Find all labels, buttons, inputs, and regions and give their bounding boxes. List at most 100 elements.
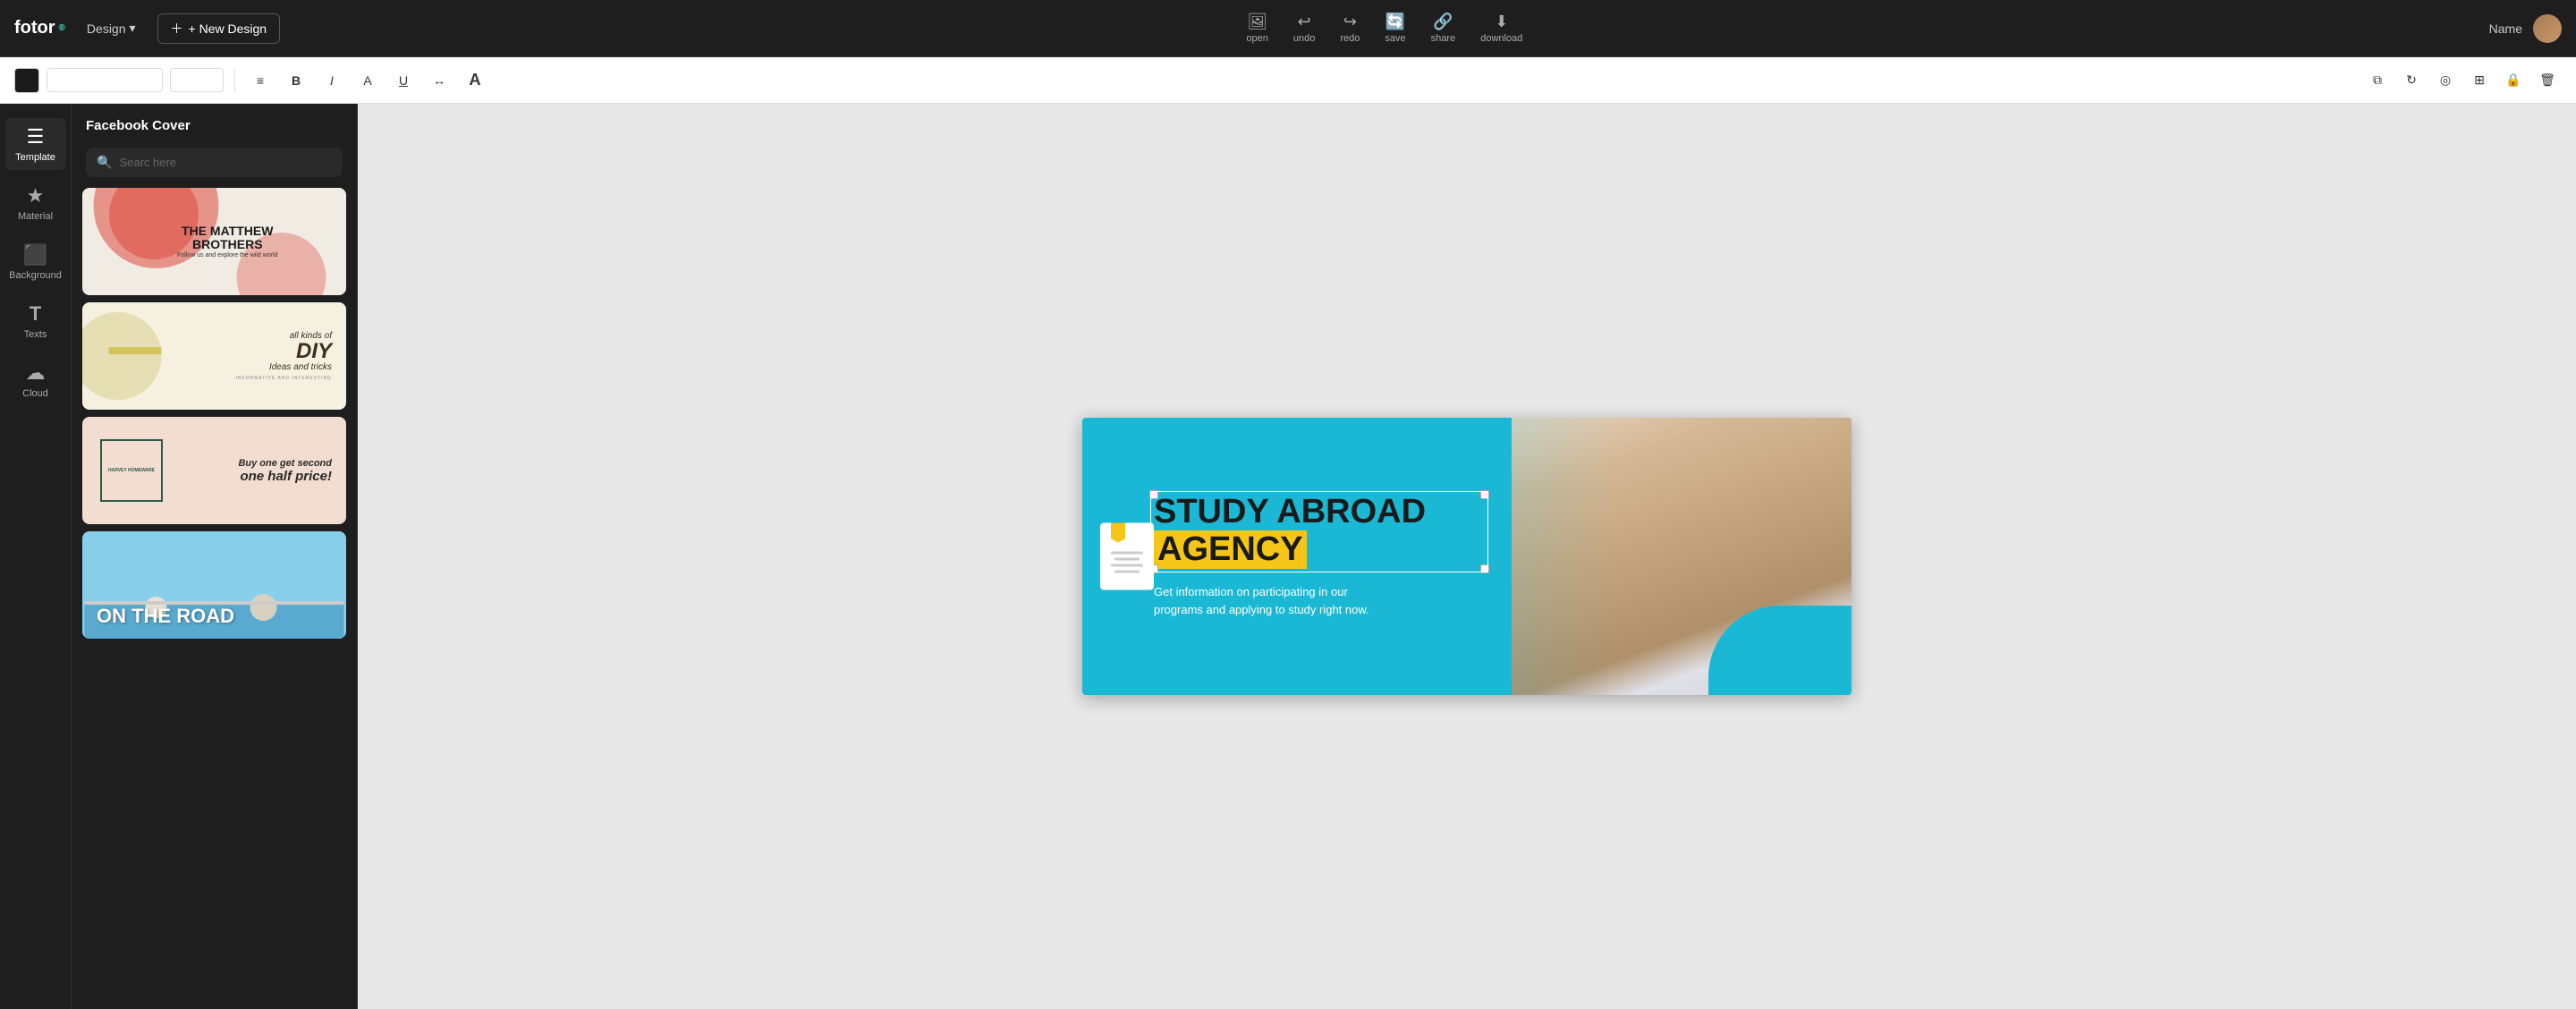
- font-family-label: Montserrat: [55, 73, 114, 88]
- share-tool[interactable]: 🔗 share: [1431, 13, 1456, 44]
- cloud-label: Cloud: [22, 388, 48, 399]
- crop-button[interactable]: ◎: [2431, 66, 2460, 95]
- selection-handle-tr[interactable]: [1480, 490, 1489, 499]
- panel-title: Facebook Cover: [72, 104, 357, 148]
- format-right-tools: ⧉ ↻ ◎ ⊞ 🔒 🗑: [2363, 66, 2562, 95]
- harvey-brand: HARVEY HOMEWARE: [108, 468, 155, 474]
- tcard2-text-block: all kinds of DIY Ideas and tricks INFORM…: [236, 331, 332, 381]
- chevron-down-icon: ▾: [118, 72, 124, 88]
- material-icon: ★: [27, 184, 45, 208]
- tcard4-title: ON THE ROAD: [97, 605, 234, 628]
- doc-line-4: [1114, 570, 1140, 572]
- texts-label: Texts: [24, 329, 47, 340]
- undo-label: undo: [1293, 33, 1315, 44]
- tcard2-svg: [82, 302, 188, 410]
- template-card-diy[interactable]: all kinds of DIY Ideas and tricks INFORM…: [82, 302, 346, 410]
- search-bar: 🔍: [86, 148, 343, 177]
- redo-icon: ↪: [1343, 13, 1357, 31]
- canvas-main-title: STUDY ABROAD AGENCY: [1154, 495, 1485, 570]
- layers-button[interactable]: ⊞: [2465, 66, 2494, 95]
- template-label: Template: [15, 152, 55, 163]
- topbar-left: fotor® Design ▾ ＋ + New Design: [14, 13, 280, 44]
- tcard1-subtitle: Follow us and explore the wild world: [162, 252, 294, 259]
- save-icon: 🔄: [1385, 13, 1405, 31]
- save-tool[interactable]: 🔄 save: [1385, 13, 1405, 44]
- canvas-area: STUDY ABROAD AGENCY Get information on p…: [358, 104, 2576, 1009]
- chevron-down-icon: ▾: [196, 72, 202, 88]
- rotate-button[interactable]: ↻: [2397, 66, 2426, 95]
- align-button[interactable]: ≡: [246, 66, 275, 95]
- duplicate-button[interactable]: ⧉: [2363, 66, 2392, 95]
- canvas-title-line1: STUDY ABROAD: [1154, 495, 1485, 530]
- cloud-icon: ☁: [26, 361, 46, 385]
- background-label: Background: [9, 270, 62, 281]
- doc-line-3: [1111, 564, 1143, 566]
- background-icon: ⬛: [23, 243, 47, 267]
- doc-line-1: [1111, 551, 1143, 554]
- redo-label: redo: [1340, 33, 1360, 44]
- sidebar-item-background[interactable]: ⬛ Background: [5, 236, 66, 288]
- topbar-tools: 🖼 open ↩ undo ↪ redo 🔄 save 🔗 share ⬇ do…: [280, 13, 2489, 44]
- tcard2-ideas: Ideas and tricks: [236, 362, 332, 372]
- download-tool[interactable]: ⬇ download: [1480, 13, 1522, 44]
- download-label: download: [1480, 33, 1522, 44]
- templates-grid: THE MATTHEW BROTHERS Follow us and explo…: [72, 188, 357, 1009]
- sidebar-item-cloud[interactable]: ☁ Cloud: [5, 354, 66, 406]
- font-size-selector[interactable]: 60 ▾: [170, 68, 224, 92]
- delete-button[interactable]: 🗑: [2533, 66, 2562, 95]
- open-label: open: [1246, 33, 1267, 44]
- underline-button[interactable]: U: [389, 66, 418, 95]
- save-label: save: [1385, 33, 1405, 44]
- text-selection-box[interactable]: STUDY ABROAD AGENCY: [1154, 495, 1485, 570]
- search-icon: 🔍: [97, 155, 112, 170]
- share-icon: 🔗: [1433, 13, 1453, 31]
- new-design-button[interactable]: ＋ + New Design: [157, 13, 281, 44]
- avatar-image: [2533, 14, 2562, 43]
- selection-handle-tl[interactable]: [1149, 490, 1158, 499]
- open-icon: 🖼: [1247, 13, 1267, 31]
- divider-1: [234, 70, 235, 91]
- lock-button[interactable]: 🔒: [2499, 66, 2528, 95]
- canvas-title-highlight: AGENCY: [1154, 530, 1307, 570]
- tcard3-text-block: Buy one get second one half price!: [238, 458, 332, 484]
- canvas-subtitle: Get information on participating in ourp…: [1154, 583, 1485, 618]
- canvas-design[interactable]: STUDY ABROAD AGENCY Get information on p…: [1082, 418, 1852, 695]
- letter-spacing-button[interactable]: ↔: [425, 66, 453, 95]
- topbar-right: Name: [2489, 14, 2562, 43]
- template-card-harvey[interactable]: HARVEY HOMEWARE Buy one get second one h…: [82, 417, 346, 524]
- tcard2-caption: INFORMATIVE AND INTERESTING: [236, 376, 332, 381]
- design-label: Design: [87, 21, 126, 36]
- open-tool[interactable]: 🖼 open: [1246, 13, 1267, 44]
- font-size-button[interactable]: A: [353, 66, 382, 95]
- search-input[interactable]: [119, 156, 332, 169]
- doc-line-2: [1114, 557, 1140, 560]
- sidebar-item-material[interactable]: ★ Material: [5, 177, 66, 229]
- plus-icon: ＋: [171, 20, 183, 38]
- template-card-ontheroad[interactable]: ON THE ROAD: [82, 531, 346, 639]
- sidebar-icons: ☰ Template ★ Material ⬛ Background T Tex…: [0, 104, 72, 1009]
- download-icon: ⬇: [1495, 13, 1508, 31]
- logo-text: fotor: [14, 18, 55, 38]
- tcard2-diy: DIY: [236, 341, 332, 362]
- template-card-matthew[interactable]: THE MATTHEW BROTHERS Follow us and explo…: [82, 188, 346, 295]
- undo-tool[interactable]: ↩ undo: [1293, 13, 1315, 44]
- formatbar: Montserrat ▾ 60 ▾ ≡ B I A U ↔ A ⧉ ↻ ◎ ⊞ …: [0, 57, 2576, 104]
- text-case-button[interactable]: A: [461, 66, 489, 95]
- design-menu-button[interactable]: Design ▾: [80, 17, 143, 39]
- tcard1-text-block: THE MATTHEW BROTHERS Follow us and explo…: [162, 225, 294, 259]
- bold-button[interactable]: B: [282, 66, 310, 95]
- text-color-swatch[interactable]: [14, 68, 39, 93]
- sidebar-item-texts[interactable]: T Texts: [5, 295, 66, 347]
- avatar[interactable]: [2533, 14, 2562, 43]
- tcard3-line2: one half price!: [238, 469, 332, 484]
- redo-tool[interactable]: ↪ redo: [1340, 13, 1360, 44]
- template-icon: ☰: [27, 125, 45, 148]
- selection-handle-br[interactable]: [1480, 564, 1489, 573]
- bookmark-decoration: [1111, 523, 1125, 543]
- share-label: share: [1431, 33, 1456, 44]
- tcard1-title: THE MATTHEW BROTHERS: [162, 225, 294, 252]
- sidebar-item-template[interactable]: ☰ Template: [5, 118, 66, 170]
- font-family-selector[interactable]: Montserrat ▾: [47, 68, 163, 92]
- template-panel: Facebook Cover 🔍 THE MATTHEW BROTHERS Fo…: [72, 104, 358, 1009]
- italic-button[interactable]: I: [318, 66, 346, 95]
